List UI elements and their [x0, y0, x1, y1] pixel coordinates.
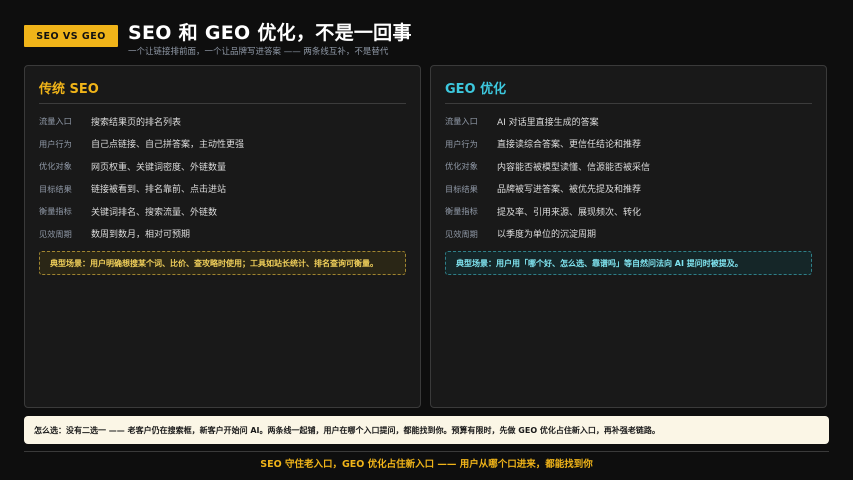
seo-row: 优化对象 网页权重、关键词密度、外链数量 [39, 155, 406, 178]
row-value: 内容能否被模型读懂、信源能否被采信 [497, 162, 651, 173]
header: SEO VS GEO SEO 和 GEO 优化，不是一回事 一个让链接排前面，一… [24, 16, 829, 60]
geo-row: 见效周期 以季度为单位的沉淀周期 [445, 223, 812, 246]
slide: SEO VS GEO SEO 和 GEO 优化，不是一回事 一个让链接排前面，一… [0, 0, 853, 480]
seo-row: 流量入口 搜索结果页的排名列表 [39, 110, 406, 133]
page-title: SEO 和 GEO 优化，不是一回事 [128, 22, 412, 44]
seo-row: 见效周期 数周到数月，相对可预期 [39, 223, 406, 246]
row-label: 用户行为 [445, 138, 478, 149]
page-subtitle: 一个让链接排前面，一个让品牌写进答案 —— 两条线互补，不是替代 [128, 47, 389, 57]
row-value: 关键词排名、搜索流量、外链数 [91, 207, 218, 218]
seo-row: 目标结果 链接被看到、排名靠前、点击进站 [39, 178, 406, 201]
geo-row: 目标结果 品牌被写进答案、被优先提及和推荐 [445, 178, 812, 201]
row-value: AI 对话里直接生成的答案 [497, 117, 599, 128]
row-label: 优化对象 [445, 161, 478, 172]
seo-row: 衡量指标 关键词排名、搜索流量、外链数 [39, 200, 406, 223]
row-label: 目标结果 [445, 183, 478, 194]
row-label: 衡量指标 [445, 206, 478, 217]
row-value: 搜索结果页的排名列表 [91, 117, 182, 128]
row-value: 数周到数月，相对可预期 [91, 230, 191, 241]
footer-tagline: SEO 守住老入口，GEO 优化占住新入口 —— 用户从哪个口进来，都能找到你 [260, 459, 593, 470]
seo-panel-title: 传统 SEO [39, 76, 406, 104]
row-label: 优化对象 [39, 161, 72, 172]
geo-row: 流量入口 AI 对话里直接生成的答案 [445, 110, 812, 133]
row-value: 链接被看到、排名靠前、点击进站 [91, 185, 227, 196]
geo-scenario-box: 典型场景：用户用「哪个好、怎么选、靠谱吗」等自然问法向 AI 提问时被提及。 [445, 251, 812, 275]
footer-divider [24, 451, 829, 452]
seo-panel: 传统 SEO 流量入口 搜索结果页的排名列表 用户行为 自己点链接、自己拼答案，… [24, 65, 421, 408]
row-label: 见效周期 [445, 228, 478, 239]
row-label: 见效周期 [39, 228, 72, 239]
geo-row: 用户行为 直接读综合答案、更信任结论和推荐 [445, 133, 812, 156]
row-value: 自己点链接、自己拼答案，主动性更强 [91, 140, 245, 151]
row-value: 提及率、引用来源、展现频次、转化 [497, 207, 642, 218]
geo-row: 优化对象 内容能否被模型读懂、信源能否被采信 [445, 155, 812, 178]
row-label: 目标结果 [39, 183, 72, 194]
geo-panel-title: GEO 优化 [445, 76, 812, 104]
seo-scenario-box: 典型场景：用户明确想搜某个词、比价、查攻略时使用；工具如站长统计、排名查询可衡量… [39, 251, 406, 275]
row-value: 直接读综合答案、更信任结论和推荐 [497, 140, 642, 151]
row-value: 品牌被写进答案、被优先提及和推荐 [497, 185, 642, 196]
seo-row: 用户行为 自己点链接、自己拼答案，主动性更强 [39, 133, 406, 156]
row-label: 流量入口 [39, 116, 72, 127]
row-value: 以季度为单位的沉淀周期 [497, 230, 597, 241]
topic-tag: SEO VS GEO [24, 25, 118, 47]
row-value: 网页权重、关键词密度、外链数量 [91, 162, 227, 173]
advice-bar: 怎么选：没有二选一 —— 老客户仍在搜索框，新客户开始问 AI。两条线一起铺，用… [24, 416, 829, 444]
row-label: 流量入口 [445, 116, 478, 127]
row-label: 用户行为 [39, 138, 72, 149]
row-label: 衡量指标 [39, 206, 72, 217]
geo-panel: GEO 优化 流量入口 AI 对话里直接生成的答案 用户行为 直接读综合答案、更… [430, 65, 827, 408]
geo-row: 衡量指标 提及率、引用来源、展现频次、转化 [445, 200, 812, 223]
